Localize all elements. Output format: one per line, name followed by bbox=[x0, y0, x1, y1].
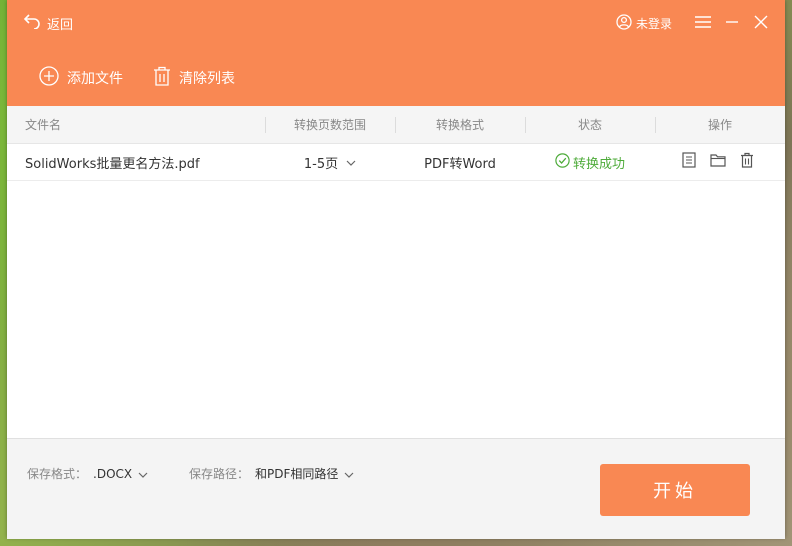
table-header: 文件名 转换页数范围 转换格式 状态 操作 bbox=[7, 106, 785, 144]
folder-icon bbox=[710, 153, 726, 171]
close-icon bbox=[754, 14, 768, 33]
trash-icon bbox=[740, 152, 754, 172]
save-format-value: .DOCX bbox=[93, 466, 133, 481]
app-window: 返回 未登录 添加文件 清除列表 文件名 转换页数范围 转换格式 状态 操作 S… bbox=[7, 0, 785, 539]
save-path-group: 保存路径： 和PDF相同路径 bbox=[189, 465, 354, 482]
save-format-group: 保存格式： .DOCX bbox=[27, 465, 148, 482]
save-format-label: 保存格式： bbox=[27, 467, 88, 481]
delete-button[interactable] bbox=[738, 152, 756, 172]
back-arrow-icon bbox=[23, 13, 41, 33]
minimize-icon bbox=[725, 14, 739, 33]
menu-button[interactable] bbox=[693, 13, 713, 33]
start-button[interactable]: 开始 bbox=[600, 464, 750, 516]
header-bar: 返回 未登录 添加文件 清除列表 bbox=[7, 0, 785, 106]
add-file-label: 添加文件 bbox=[67, 71, 123, 87]
status-label: 转换成功 bbox=[572, 156, 625, 172]
column-header-status: 状态 bbox=[577, 118, 602, 132]
open-folder-button[interactable] bbox=[709, 153, 727, 171]
column-header-page-range: 转换页数范围 bbox=[293, 118, 366, 132]
chevron-down-icon bbox=[344, 467, 354, 481]
plus-circle-icon bbox=[39, 66, 59, 90]
column-header-actions: 操作 bbox=[707, 118, 732, 132]
save-path-value: 和PDF相同路径 bbox=[255, 467, 339, 481]
column-header-filename: 文件名 bbox=[25, 118, 62, 132]
user-icon bbox=[616, 13, 632, 33]
footer-bar: 保存格式： .DOCX 保存路径： 和PDF相同路径 开始 bbox=[7, 438, 785, 539]
back-button[interactable]: 返回 bbox=[23, 12, 73, 34]
clear-list-button[interactable]: 清除列表 bbox=[153, 66, 235, 90]
filename-cell: SolidWorks批量更名方法.pdf bbox=[25, 156, 200, 172]
clear-list-label: 清除列表 bbox=[179, 71, 235, 87]
page-range-value: 1-5页 bbox=[303, 156, 339, 172]
status-cell: 转换成功 bbox=[525, 144, 655, 180]
table-row: SolidWorks批量更名方法.pdf 1-5页 PDF转Word 转换成功 bbox=[7, 144, 785, 181]
menu-icon bbox=[694, 14, 712, 33]
add-file-button[interactable]: 添加文件 bbox=[39, 66, 123, 90]
minimize-button[interactable] bbox=[722, 13, 742, 33]
format-cell: PDF转Word bbox=[424, 156, 496, 172]
trash-icon bbox=[153, 66, 171, 90]
save-path-select[interactable]: 和PDF相同路径 bbox=[255, 465, 354, 482]
page-range-select[interactable]: 1-5页 bbox=[265, 144, 395, 180]
close-button[interactable] bbox=[751, 13, 771, 33]
chevron-down-icon bbox=[138, 467, 148, 481]
save-path-label: 保存路径： bbox=[189, 467, 250, 481]
window-controls: 未登录 bbox=[616, 12, 771, 34]
back-label: 返回 bbox=[47, 17, 74, 33]
chevron-down-icon bbox=[346, 155, 356, 170]
save-format-select[interactable]: .DOCX bbox=[93, 467, 148, 481]
preview-button[interactable] bbox=[680, 152, 698, 172]
column-header-format: 转换格式 bbox=[435, 118, 484, 132]
login-button[interactable]: 未登录 bbox=[616, 13, 672, 33]
login-label: 未登录 bbox=[635, 16, 672, 31]
toolbar: 添加文件 清除列表 bbox=[39, 66, 265, 90]
check-circle-icon bbox=[555, 152, 570, 172]
document-icon bbox=[682, 152, 696, 172]
actions-cell bbox=[680, 144, 756, 180]
